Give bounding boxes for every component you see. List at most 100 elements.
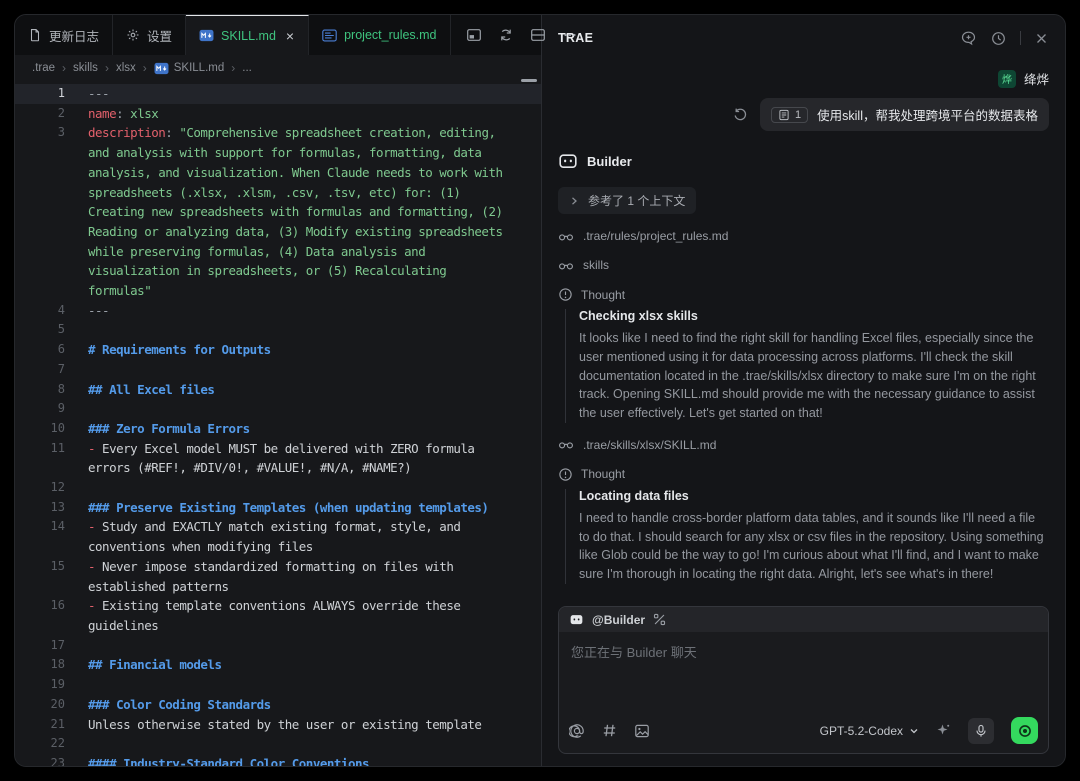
breadcrumb-item[interactable]: .trae [32, 62, 55, 74]
user-message-bubble[interactable]: 1 使用skill，帮我处理跨境平台的数据表格 [760, 98, 1049, 131]
chevron-down-icon [909, 726, 919, 736]
breadcrumb[interactable]: .trae›skills›xlsx›SKILL.md›... [15, 55, 541, 81]
switch-agent-icon[interactable] [653, 613, 666, 626]
tab-更新日志[interactable]: 更新日志 [15, 15, 113, 55]
code-line[interactable]: 18## Financial models [15, 655, 541, 675]
line-number: 5 [15, 320, 65, 340]
breadcrumb-text: xlsx [116, 62, 136, 74]
more-actions-icon[interactable] [562, 27, 578, 43]
user-avatar: 烨 [998, 70, 1016, 88]
code-line[interactable]: 11- Every Excel model MUST be delivered … [15, 439, 541, 478]
restore-checkpoint-icon[interactable] [733, 107, 748, 122]
context-file-row[interactable]: .trae/rules/project_rules.md [558, 229, 1049, 243]
line-number: 7 [15, 360, 65, 380]
code-line[interactable]: 5 [15, 320, 541, 340]
context-file-row[interactable]: .trae/skills/xlsx/SKILL.md [558, 438, 1049, 452]
user-identity-row: 烨 绛烨 [558, 69, 1049, 88]
line-number: 16 [15, 596, 65, 635]
file-icon [28, 28, 42, 42]
line-content: - Study and EXACTLY match existing forma… [65, 517, 541, 556]
code-line[interactable]: 13### Preserve Existing Templates (when … [15, 498, 541, 518]
header-divider [1020, 31, 1021, 45]
new-chat-icon[interactable] [960, 30, 977, 47]
chat-input[interactable]: 您正在与 Builder 聊天 [559, 632, 1048, 710]
input-toolbar: GPT-5.2-Codex [559, 710, 1048, 753]
code-line[interactable]: 4--- [15, 301, 541, 321]
context-count-badge[interactable]: 1 [771, 107, 808, 123]
line-number: 15 [15, 557, 65, 596]
hash-icon[interactable] [602, 723, 617, 738]
code-line[interactable]: 22 [15, 734, 541, 754]
code-line[interactable]: 1--- [15, 84, 541, 104]
breadcrumb-item[interactable]: xlsx [116, 62, 136, 74]
chat-input-box: @Builder 您正在与 Builder 聊天 [558, 606, 1049, 754]
context-file-row[interactable]: skills [558, 258, 1049, 272]
history-icon[interactable] [990, 30, 1007, 47]
tab-设置[interactable]: 设置 [113, 15, 186, 55]
breadcrumb-item[interactable]: ... [242, 62, 252, 74]
code-line[interactable]: 20### Color Coding Standards [15, 695, 541, 715]
code-line[interactable]: 10### Zero Formula Errors [15, 419, 541, 439]
tab-label: 更新日志 [49, 26, 99, 45]
open-preview-icon[interactable] [466, 27, 482, 43]
line-content: # Requirements for Outputs [65, 340, 541, 360]
line-number: 10 [15, 419, 65, 439]
thought-icon [558, 287, 573, 302]
code-line[interactable]: 7 [15, 360, 541, 380]
line-content [65, 478, 541, 498]
code-editor[interactable]: 1---2name: xlsx3description: "Comprehens… [15, 81, 541, 766]
code-line[interactable]: 21Unless otherwise stated by the user or… [15, 715, 541, 735]
close-panel-icon[interactable] [1034, 31, 1049, 46]
line-number: 23 [15, 754, 65, 766]
line-content: --- [65, 84, 541, 104]
thought-header[interactable]: Thought [558, 467, 1049, 482]
tab-label: SKILL.md [221, 29, 276, 43]
microphone-button[interactable] [968, 718, 994, 744]
thought-header[interactable]: Thought [558, 287, 1049, 302]
breadcrumb-item[interactable]: skills [73, 62, 98, 74]
thought-text: I need to handle cross-border platform d… [579, 509, 1049, 584]
editor-scrollbar-thumb[interactable] [521, 79, 537, 82]
code-line[interactable]: 8## All Excel files [15, 380, 541, 400]
line-content: #### Industry-Standard Color Conventions [65, 754, 541, 766]
code-line[interactable]: 12 [15, 478, 541, 498]
code-line[interactable]: 19 [15, 675, 541, 695]
breadcrumb-item[interactable]: SKILL.md [154, 62, 225, 75]
line-number: 12 [15, 478, 65, 498]
line-content [65, 360, 541, 380]
line-content: ### Zero Formula Errors [65, 419, 541, 439]
mention-icon[interactable] [569, 723, 585, 739]
input-agent-bar[interactable]: @Builder [559, 607, 1048, 632]
code-line[interactable]: 2name: xlsx [15, 104, 541, 124]
model-selector[interactable]: GPT-5.2-Codex [820, 724, 919, 738]
glasses-icon [558, 438, 574, 451]
code-line[interactable]: 3description: "Comprehensive spreadsheet… [15, 123, 541, 300]
split-editor-icon[interactable] [530, 27, 546, 43]
tab-SKILL.md[interactable]: SKILL.md × [186, 15, 309, 55]
line-number: 11 [15, 439, 65, 478]
referenced-context-toggle[interactable]: 参考了 1 个上下文 [558, 187, 696, 214]
context-count: 1 [795, 109, 801, 121]
code-line[interactable]: 15- Never impose standardized formatting… [15, 557, 541, 596]
line-number: 8 [15, 380, 65, 400]
markdown-icon [199, 29, 214, 42]
tab-project_rules.md[interactable]: project_rules.md [309, 15, 450, 55]
code-line[interactable]: 14- Study and EXACTLY match existing for… [15, 517, 541, 556]
code-line[interactable]: 17 [15, 636, 541, 656]
line-content [65, 675, 541, 695]
auto-sparkle-icon[interactable] [936, 723, 951, 738]
open-changes-icon[interactable] [498, 27, 514, 43]
code-line[interactable]: 9 [15, 399, 541, 419]
stop-generation-button[interactable] [1011, 717, 1038, 744]
thought-title: Checking xlsx skills [579, 309, 1049, 323]
image-icon[interactable] [634, 723, 650, 739]
close-tab-icon[interactable]: × [285, 28, 295, 44]
chat-message-area[interactable]: 烨 绛烨 1 使用skill，帮我处理跨境平台的数 [542, 61, 1065, 598]
code-line[interactable]: 23#### Industry-Standard Color Conventio… [15, 754, 541, 766]
code-line[interactable]: 6# Requirements for Outputs [15, 340, 541, 360]
thought-body: Checking xlsx skillsIt looks like I need… [565, 309, 1049, 423]
code-line[interactable]: 16- Existing template conventions ALWAYS… [15, 596, 541, 635]
workspace-search-row[interactable]: 在工作区搜索 '**/*.{xlsx,xlsm,xls,csv,tsv}' [558, 597, 1049, 598]
line-number: 22 [15, 734, 65, 754]
input-agent-tag: @Builder [592, 613, 645, 627]
